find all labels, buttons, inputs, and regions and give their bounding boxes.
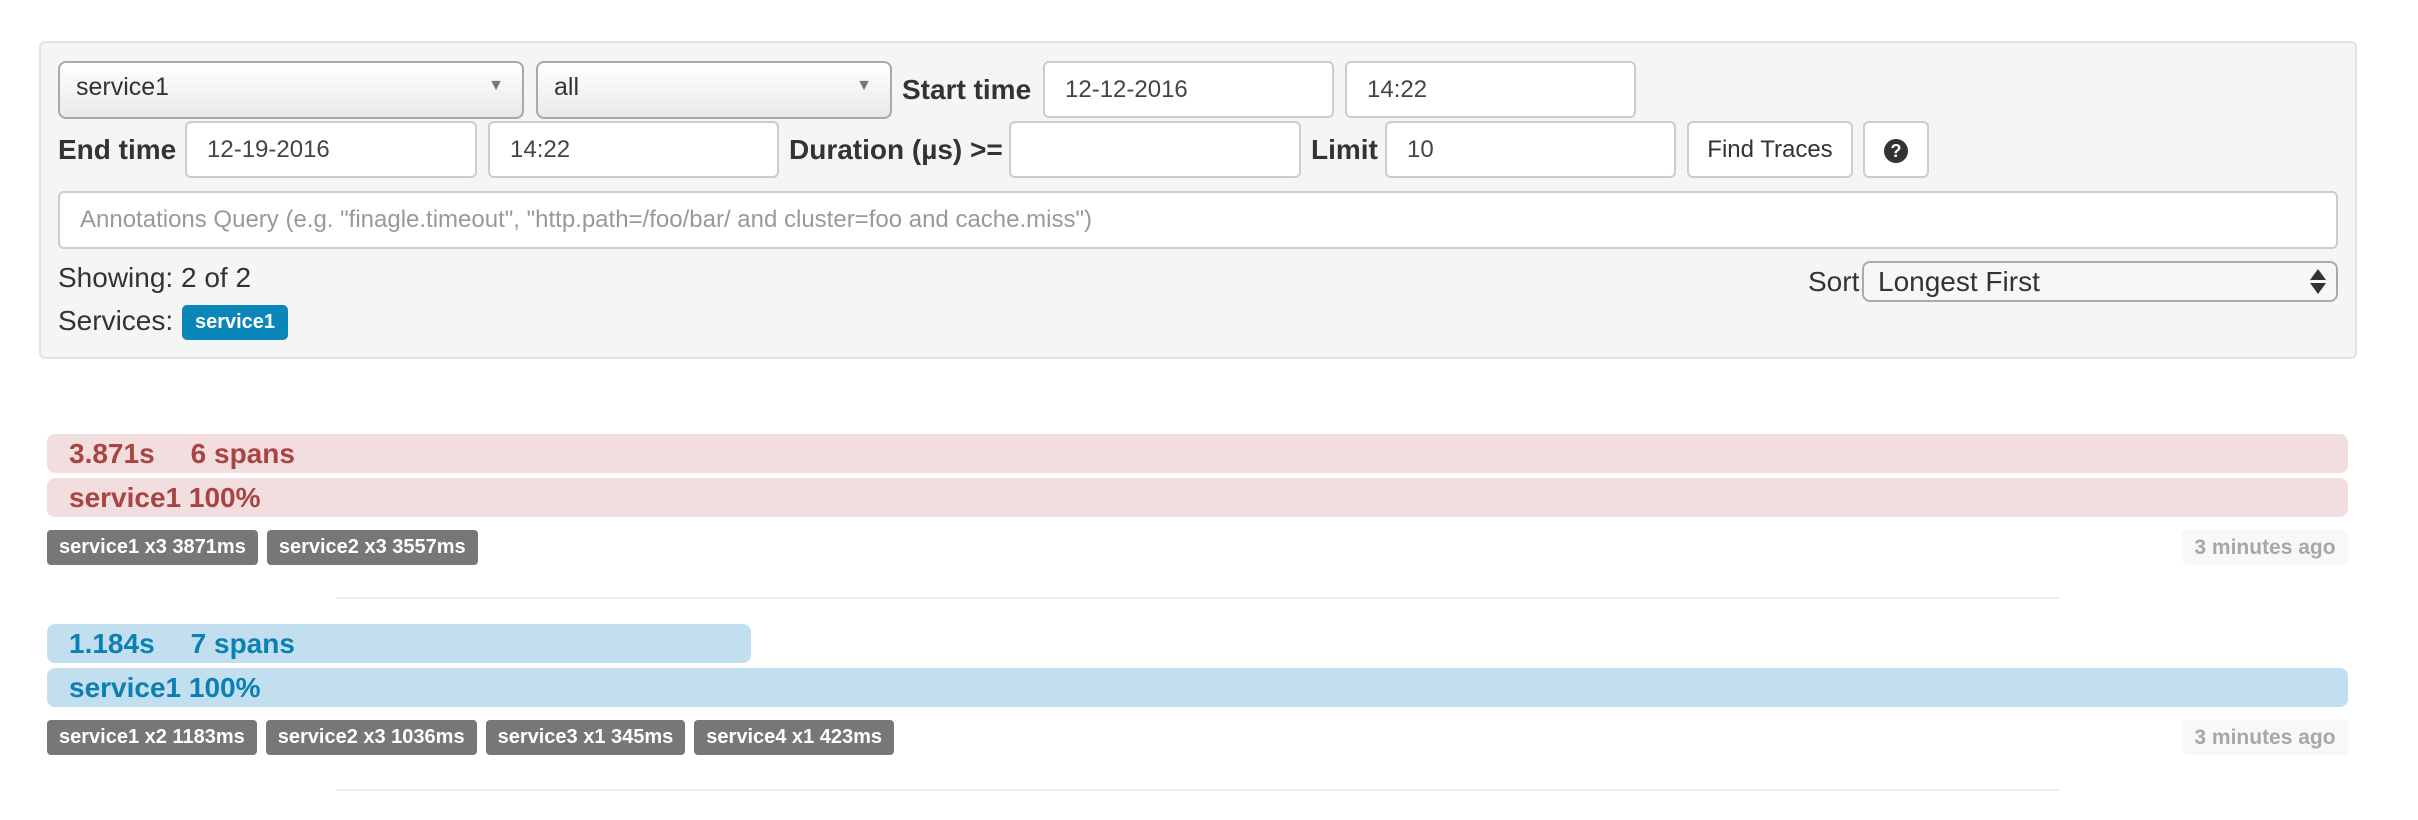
- trace-divider: [336, 789, 2060, 791]
- start-date-input[interactable]: 12-12-2016: [1043, 61, 1334, 118]
- duration-label: Duration (µs) >=: [789, 134, 1003, 165]
- start-time-label: Start time: [902, 74, 1032, 105]
- service-tag: service1 x2 1183ms: [47, 720, 257, 755]
- sort-value: Longest First: [1878, 266, 2040, 297]
- trace-span-count: 6 spans: [190, 438, 295, 469]
- service-name-value: service1: [76, 73, 170, 101]
- service-tag: service1 x3 3871ms: [47, 530, 258, 565]
- service-name-select[interactable]: service1 ▼: [58, 61, 524, 119]
- chevron-down-icon: ▼: [856, 77, 872, 94]
- service-tag: service3 x1 345ms: [485, 720, 686, 755]
- annotations-query-input[interactable]: Annotations Query (e.g. "finagle.timeout…: [58, 191, 2338, 249]
- trace-duration-bar[interactable]: 3.871s 6 spans: [47, 434, 2348, 473]
- trace-time-ago: 3 minutes ago: [2182, 530, 2348, 565]
- span-name-value: all: [554, 73, 580, 101]
- services-label: Services:: [58, 305, 174, 336]
- trace-duration: 1.184s: [69, 628, 155, 659]
- span-name-select[interactable]: all ▼: [536, 61, 892, 119]
- question-circle-icon: ?: [1884, 138, 1908, 163]
- trace-span-count: 7 spans: [190, 628, 295, 659]
- sort-select[interactable]: Longest First: [1862, 261, 2338, 302]
- help-button[interactable]: ?: [1863, 121, 1929, 178]
- trace-service-tags: service1 x3 3871ms service2 x3 3557ms: [47, 530, 487, 565]
- trace-divider: [336, 597, 2060, 599]
- limit-input[interactable]: 10: [1385, 121, 1676, 178]
- trace-service-summary: service1 100%: [69, 482, 261, 513]
- trace-time-ago: 3 minutes ago: [2182, 720, 2348, 755]
- service-tag: service2 x3 1036ms: [265, 720, 477, 755]
- service-tag: service2 x3 3557ms: [266, 530, 478, 565]
- trace-service-bar[interactable]: service1 100%: [47, 478, 2348, 517]
- trace-service-bar[interactable]: service1 100%: [47, 668, 2348, 707]
- showing-count: Showing: 2 of 2: [58, 262, 252, 293]
- sort-arrows-icon: [2310, 269, 2326, 294]
- limit-label: Limit: [1311, 134, 1378, 165]
- find-traces-button[interactable]: Find Traces: [1687, 121, 1853, 178]
- service-tag: service4 x1 423ms: [694, 720, 895, 755]
- end-time-label: End time: [58, 134, 177, 165]
- trace-duration: 3.871s: [69, 438, 155, 469]
- trace-service-tags: service1 x2 1183ms service2 x3 1036ms serv…: [47, 720, 903, 755]
- start-time-input[interactable]: 14:22: [1345, 61, 1636, 118]
- end-time-input[interactable]: 14:22: [488, 121, 779, 178]
- end-date-input[interactable]: 12-19-2016: [185, 121, 477, 178]
- service-badge[interactable]: service1: [182, 305, 288, 340]
- chevron-down-icon: ▼: [488, 77, 504, 94]
- duration-input[interactable]: [1009, 121, 1301, 178]
- sort-label: Sort:: [1808, 266, 1868, 297]
- trace-service-summary: service1 100%: [69, 672, 261, 703]
- trace-duration-bar[interactable]: 1.184s 7 spans: [47, 624, 751, 663]
